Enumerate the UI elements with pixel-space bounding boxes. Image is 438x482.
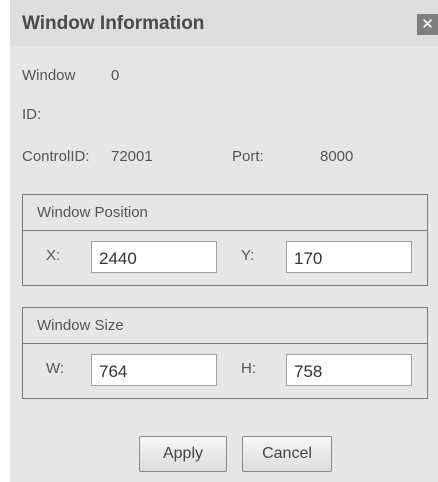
control-id-label: ControlID: [22, 148, 90, 165]
x-input[interactable] [91, 241, 217, 273]
window-value: 0 [111, 67, 120, 84]
close-button[interactable]: ✕ [417, 14, 438, 35]
dialog-title: Window Information [22, 13, 205, 34]
id-label: ID: [22, 106, 42, 123]
window-position-group: Window Position X: Y: [22, 194, 428, 286]
h-input[interactable] [286, 354, 412, 386]
apply-button[interactable]: Apply [139, 436, 227, 472]
x-label: X: [46, 247, 61, 264]
h-label: H: [241, 360, 256, 377]
window-size-title: Window Size [37, 317, 124, 334]
port-label: Port: [232, 148, 264, 165]
close-icon: ✕ [421, 16, 434, 33]
w-input[interactable] [91, 354, 217, 386]
window-information-dialog: Window Information ✕ Window 0 ID: Contro… [10, 0, 438, 482]
cancel-button[interactable]: Cancel [242, 436, 332, 472]
y-label: Y: [241, 247, 255, 264]
window-size-group: Window Size W: H: [22, 307, 428, 399]
control-id-value: 72001 [111, 148, 153, 165]
w-label: W: [46, 360, 65, 377]
dialog-titlebar: Window Information ✕ [10, 0, 438, 46]
window-position-title: Window Position [37, 204, 148, 221]
y-input[interactable] [286, 241, 412, 273]
window-label: Window [22, 67, 76, 84]
window-size-header: Window Size [23, 308, 427, 344]
window-position-header: Window Position [23, 195, 427, 231]
port-value: 8000 [320, 148, 354, 165]
